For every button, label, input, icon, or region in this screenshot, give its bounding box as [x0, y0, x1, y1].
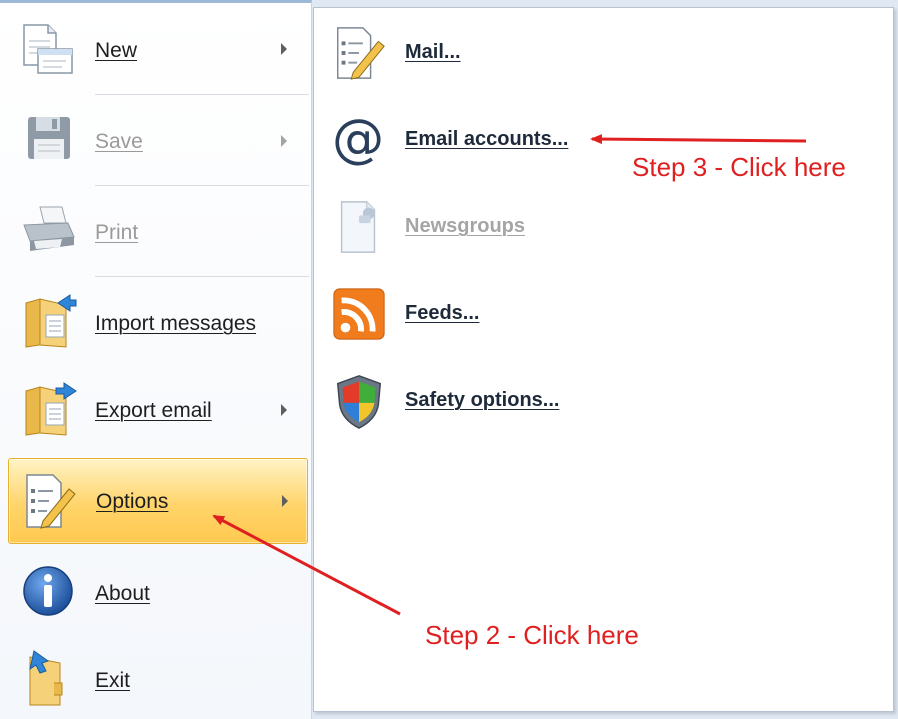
security-shield-icon — [336, 375, 382, 429]
submenu-arrow-icon — [282, 495, 288, 507]
separator — [95, 185, 309, 186]
export-folder-icon — [25, 382, 77, 436]
options-submenu: Mail... @ Email accounts... Newsgroups F… — [313, 7, 894, 712]
exit-door-icon — [29, 650, 63, 706]
menu-item-export-label: Export email — [95, 399, 212, 422]
printer-icon — [23, 206, 75, 251]
menu-item-export-email[interactable]: Export email — [8, 371, 308, 449]
submenu-item-safety-options[interactable]: Safety options... — [314, 372, 874, 432]
menu-item-print-label: Print — [95, 221, 139, 244]
submenu-item-feeds-label: Feeds... — [405, 302, 480, 324]
newsgroups-icon — [340, 201, 376, 253]
file-menu: New Save Print Import messages Export em… — [0, 0, 312, 719]
menu-item-about-label: About — [95, 582, 150, 605]
separator — [95, 94, 309, 95]
submenu-arrow-icon — [281, 135, 287, 147]
submenu-item-mail-label: Mail... — [405, 41, 461, 63]
at-sign-icon: @ — [332, 111, 384, 169]
submenu-item-safety-options-label: Safety options... — [405, 389, 560, 411]
submenu-arrow-icon — [281, 404, 287, 416]
svg-text:@: @ — [332, 111, 384, 169]
menu-item-print[interactable]: Print — [8, 193, 308, 271]
submenu-item-newsgroups-label: Newsgroups — [405, 215, 526, 237]
submenu-item-email-accounts-label: Email accounts... — [405, 128, 569, 150]
submenu-arrow-icon — [281, 43, 287, 55]
submenu-item-newsgroups[interactable]: Newsgroups — [314, 198, 874, 258]
menu-item-about[interactable]: About — [8, 551, 308, 633]
step2-annotation: Step 2 - Click here — [425, 620, 639, 650]
floppy-disk-icon — [28, 117, 70, 159]
menu-item-exit[interactable]: Exit — [8, 639, 308, 719]
separator — [95, 276, 309, 277]
menu-item-options-label: Options — [96, 490, 169, 513]
menu-item-options[interactable]: Options — [8, 458, 308, 544]
menu-item-import-label: Import messages — [95, 312, 257, 335]
mail-options-icon — [337, 27, 385, 80]
menu-item-import-messages[interactable]: Import messages — [8, 283, 308, 363]
info-icon — [23, 566, 73, 616]
submenu-item-feeds[interactable]: Feeds... — [314, 285, 874, 345]
menu-item-save-label: Save — [95, 130, 143, 153]
submenu-item-mail[interactable]: Mail... — [314, 24, 874, 84]
new-document-icon — [23, 24, 73, 74]
menu-item-exit-label: Exit — [95, 669, 131, 692]
menu-item-new-label: New — [95, 39, 138, 62]
menu-item-save[interactable]: Save — [8, 103, 308, 179]
options-checklist-icon — [26, 474, 76, 529]
import-folder-icon — [25, 294, 77, 348]
menu-item-new[interactable]: New — [8, 15, 308, 87]
rss-feed-icon — [333, 288, 385, 340]
step3-annotation: Step 3 - Click here — [632, 152, 846, 182]
